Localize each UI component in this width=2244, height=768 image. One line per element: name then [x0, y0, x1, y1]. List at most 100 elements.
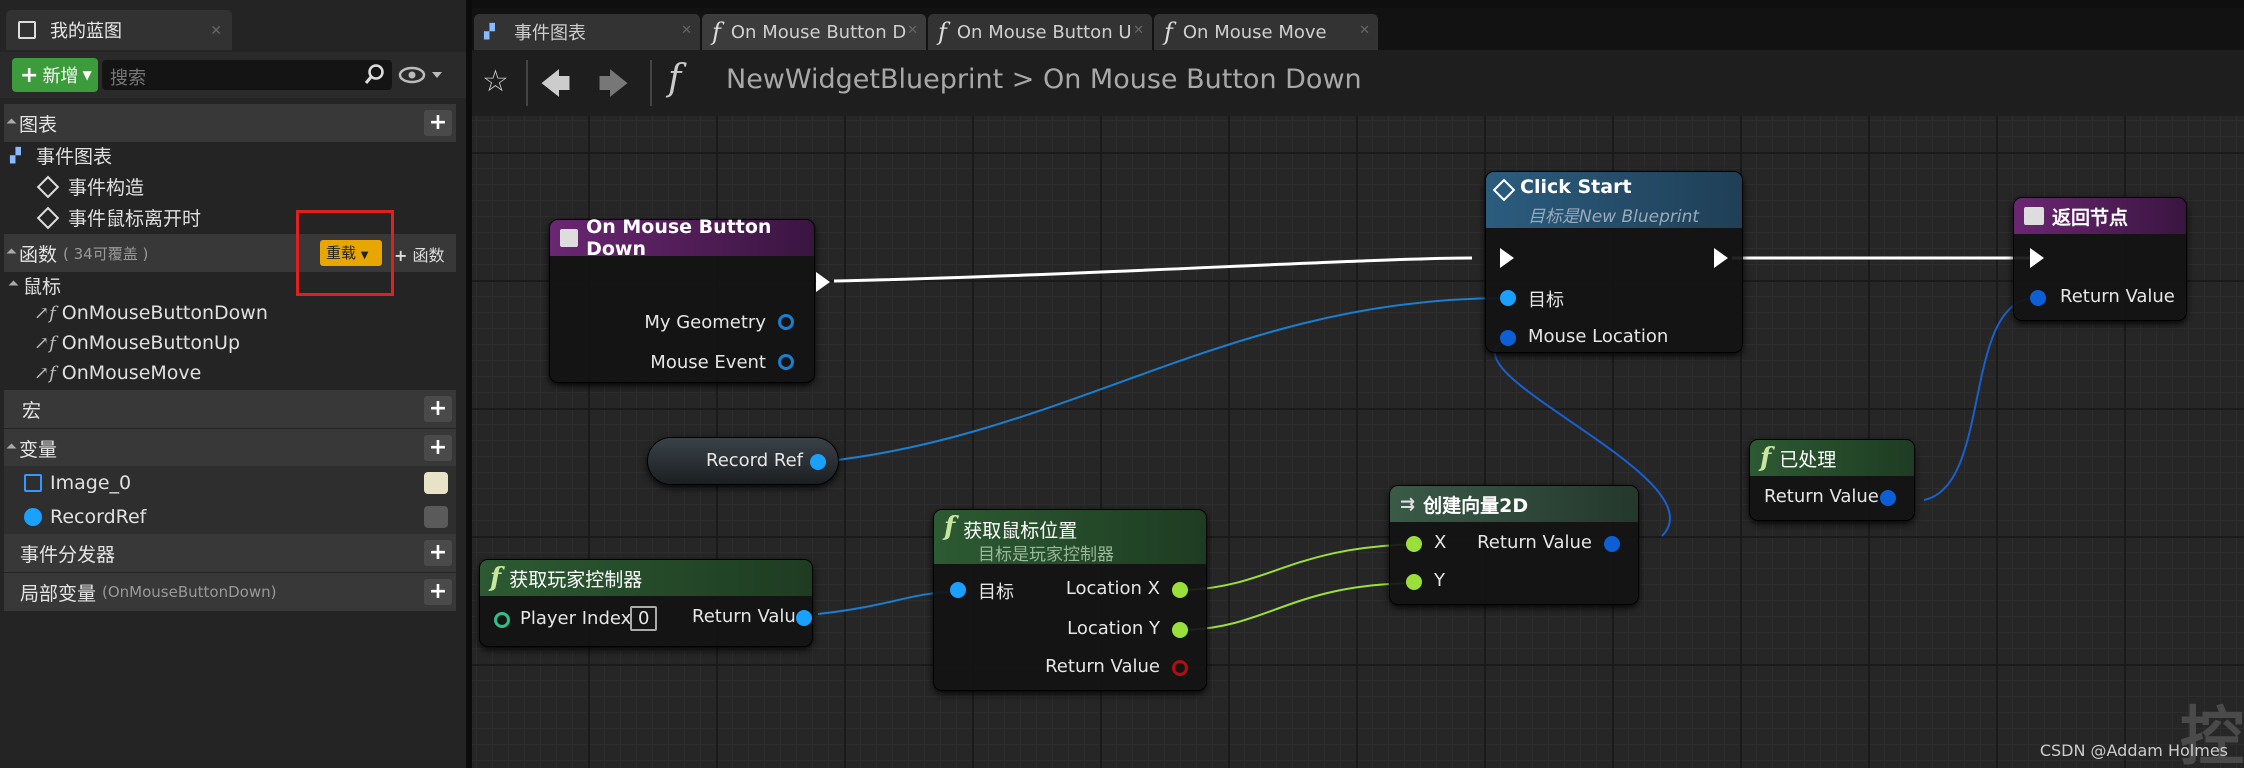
bool-input-pin[interactable] [2030, 290, 2046, 306]
node-get-player-controller[interactable]: f 获取玩家控制器 Player Index 0 Return Value [480, 560, 812, 646]
float-input-pin[interactable] [1406, 574, 1422, 590]
function-icon: f [944, 512, 956, 542]
int-input-pin[interactable] [494, 612, 510, 628]
object-output-pin[interactable] [810, 454, 826, 470]
tab-on-mouse-button-down[interactable]: f On Mouse Button D ✕ [702, 14, 926, 50]
collapse-arrow-icon [6, 118, 17, 128]
variables-section-header[interactable]: 变量 + [4, 429, 456, 467]
tree-item-function[interactable]: ↗f OnMouseButtonUp [34, 332, 240, 354]
add-function-button[interactable]: + 函数 [394, 242, 445, 266]
local-variables-scope: (OnMouseButtonDown) [102, 583, 277, 601]
float-wire [1187, 543, 1423, 591]
forward-arrow-icon[interactable]: 🡆 [598, 62, 629, 113]
node-title: 获取玩家控制器 [509, 568, 643, 591]
pin-label: Return Value [692, 606, 807, 627]
search-placeholder: 搜索 [110, 68, 146, 89]
breadcrumb-blueprint[interactable]: NewWidgetBlueprint [726, 64, 1003, 95]
function-icon: f [1164, 18, 1173, 46]
collapse-arrow-icon [6, 443, 17, 453]
node-title: 已处理 [1779, 448, 1837, 471]
add-dispatcher-button[interactable]: + [424, 540, 452, 566]
float-output-pin[interactable] [1172, 622, 1188, 638]
plus-icon: + [20, 62, 39, 88]
add-graph-button[interactable]: + [424, 110, 452, 136]
add-macro-button[interactable]: + [424, 396, 452, 422]
player-index-field[interactable]: 0 [630, 606, 658, 631]
add-local-variable-button[interactable]: + [424, 579, 452, 605]
tree-item-event-construct[interactable]: 事件构造 [36, 173, 144, 200]
tab-event-graph[interactable]: ▞ 事件图表 ✕ [474, 14, 700, 50]
function-icon: ↗f [34, 332, 56, 354]
node-return[interactable]: 返回节点 Return Value [2014, 198, 2186, 320]
node-on-mouse-button-down[interactable]: On Mouse Button Down My Geometry Mouse E… [550, 216, 830, 382]
graph-canvas[interactable]: On Mouse Button Down My Geometry Mouse E… [472, 116, 2244, 768]
bool-wire [1923, 297, 2033, 501]
tab-on-mouse-button-up[interactable]: f On Mouse Button U ✕ [928, 14, 1152, 50]
local-variables-section-header[interactable]: 局部变量 (OnMouseButtonDown) + [4, 573, 456, 611]
node-title: 获取鼠标位置 [963, 520, 1078, 542]
node-get-mouse-position[interactable]: f 获取鼠标位置 目标是玩家控制器 目标 Location X Location… [934, 510, 1206, 690]
node-header: On Mouse Button Down [550, 216, 814, 260]
float-output-pin[interactable] [1172, 582, 1188, 598]
tree-item-event-mouse-leave[interactable]: 事件鼠标离开时 [36, 204, 201, 231]
vector-output-pin[interactable] [1604, 536, 1620, 552]
struct-output-pin[interactable] [778, 314, 794, 330]
close-icon[interactable]: ✕ [1133, 23, 1144, 38]
float-input-pin[interactable] [1406, 536, 1422, 552]
event-diamond-icon [36, 206, 60, 229]
breadcrumb-function: On Mouse Button Down [1042, 64, 1362, 95]
add-variable-button[interactable]: + [424, 435, 452, 461]
node-click-start[interactable]: Click Start 目标是New Blueprint 目标 Mouse Lo… [1486, 172, 1742, 352]
event-graph-label: 事件图表 [36, 146, 113, 168]
object-variable-icon [24, 508, 42, 526]
close-icon[interactable]: ✕ [681, 23, 692, 38]
exec-output-pin[interactable] [816, 272, 830, 292]
functions-section-label: 函数 [19, 243, 58, 266]
breadcrumb: NewWidgetBlueprint > On Mouse Button Dow… [726, 64, 1362, 95]
toolbar-divider [650, 60, 652, 106]
visibility-eye-icon[interactable] [424, 472, 448, 494]
object-output-pin[interactable] [796, 610, 812, 626]
book-icon [18, 21, 36, 39]
visibility-closed-icon[interactable] [424, 506, 448, 528]
variable-row-recordref[interactable]: RecordRef [4, 500, 456, 534]
graphs-section-header[interactable]: 图表 + [4, 104, 456, 142]
tab-on-mouse-move[interactable]: f On Mouse Move ✕ [1154, 14, 1378, 50]
exec-input-pin[interactable] [2030, 248, 2044, 268]
add-new-button[interactable]: + 新增 ▼ [12, 58, 98, 92]
search-icon[interactable] [364, 63, 386, 85]
tab-label: On Mouse Button D [730, 21, 907, 43]
exec-output-pin[interactable] [1714, 248, 1728, 268]
dispatchers-section-header[interactable]: 事件分发器 + [4, 534, 456, 572]
close-icon[interactable]: ✕ [210, 23, 222, 39]
view-options-button[interactable] [398, 62, 448, 88]
close-icon[interactable]: ✕ [1359, 23, 1370, 38]
vector-input-pin[interactable] [1500, 330, 1516, 346]
bool-output-pin[interactable] [1172, 660, 1188, 676]
variable-row-image[interactable]: Image_0 [4, 466, 456, 500]
bool-output-pin[interactable] [1880, 490, 1896, 506]
tree-item-function[interactable]: ↗f OnMouseMove [34, 362, 201, 384]
favorite-star-icon[interactable]: ☆ [482, 64, 509, 99]
exec-input-pin[interactable] [1500, 248, 1514, 268]
function-icon: f [938, 18, 947, 46]
tree-item-event-graph[interactable]: ▞ 事件图表 [10, 142, 112, 169]
event-diamond-icon [36, 175, 60, 198]
target-input-pin[interactable] [1500, 290, 1516, 306]
my-blueprint-tab[interactable]: 我的蓝图 ✕ [6, 10, 232, 50]
struct-output-pin[interactable] [778, 354, 794, 370]
dispatchers-section-label: 事件分发器 [20, 543, 116, 566]
macros-section-header[interactable]: 宏 + [4, 390, 456, 428]
tree-item-mouse-category[interactable]: 鼠标 [8, 272, 62, 299]
graphs-section-label: 图表 [19, 113, 58, 136]
tree-item-function[interactable]: ↗f OnMouseButtonDown [34, 302, 268, 324]
mouse-category-label: 鼠标 [23, 276, 62, 298]
search-input[interactable]: 搜索 [102, 60, 392, 90]
target-input-pin[interactable] [950, 582, 966, 598]
back-arrow-icon[interactable]: 🡄 [540, 62, 571, 113]
node-record-ref-getter[interactable]: Record Ref [648, 438, 838, 484]
close-icon[interactable]: ✕ [907, 23, 918, 38]
node-handled[interactable]: f 已处理 Return Value [1750, 440, 1914, 520]
node-make-vector-2d[interactable]: ⇉ 创建向量2D X Y Return Value [1390, 486, 1638, 604]
my-blueprint-panel: 我的蓝图 ✕ + 新增 ▼ 搜索 图表 + ▞ 事件图表 事件构造 事件鼠标离开… [0, 0, 466, 768]
